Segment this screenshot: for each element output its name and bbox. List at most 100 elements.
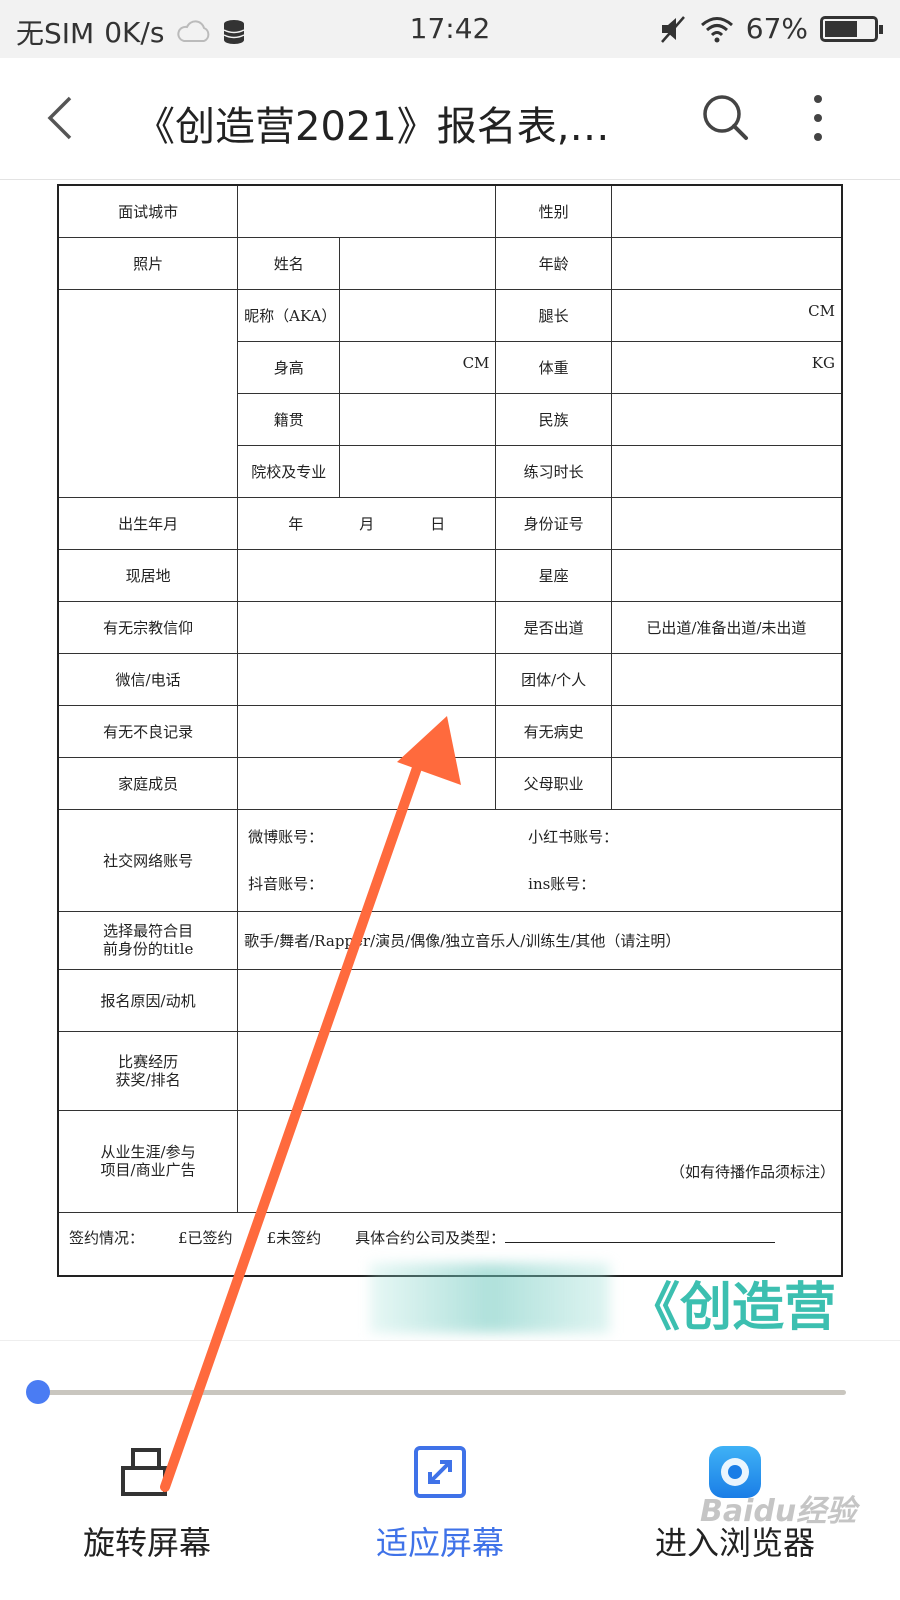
contract-line: 签约情况： £已签约 £未签约 具体合约公司及类型： xyxy=(69,1227,835,1248)
form-field xyxy=(237,704,497,758)
competition-label-line-2: 获奖/排名 xyxy=(115,1070,181,1089)
photo-box xyxy=(57,288,239,498)
form-label: 父母职业 xyxy=(495,756,612,810)
debut-options: 已出道/准备出道/未出道 xyxy=(610,600,843,654)
form-field xyxy=(237,600,497,654)
battery-icon xyxy=(820,15,883,42)
mute-icon xyxy=(660,15,685,43)
form-field xyxy=(610,496,843,550)
form-field xyxy=(339,444,497,498)
registration-form-table: 面试城市 性别 照片 姓名 年龄 昵称（AKA） 腿长 CM 身高 CM 体重 … xyxy=(57,184,843,1277)
ins-label: ins账号： xyxy=(528,875,596,893)
social-accounts-field: 微博账号： 小红书账号： 抖音账号： ins账号： xyxy=(237,808,843,912)
career-label-line-1: 从业生涯/参与 xyxy=(100,1143,196,1161)
form-label: 有无不良记录 xyxy=(57,704,239,758)
contract-company-label: 具体合约公司及类型： xyxy=(355,1227,776,1248)
page-slider[interactable] xyxy=(26,1378,846,1408)
date-field: 年月日 xyxy=(237,496,497,550)
form-field xyxy=(610,548,843,602)
table-row: 微信/电话 团体/个人 xyxy=(57,652,843,706)
form-field xyxy=(610,756,843,810)
signed-option: £已签约 xyxy=(178,1228,233,1247)
form-field xyxy=(610,392,843,446)
form-label: 出生年月 xyxy=(57,496,239,550)
form-label: 姓名 xyxy=(237,236,341,290)
form-field xyxy=(610,652,843,706)
form-label: 家庭成员 xyxy=(57,756,239,810)
form-label: 昵称（AKA） xyxy=(237,288,341,342)
form-label: 微信/电话 xyxy=(57,652,239,706)
form-label: 比赛经历 获奖/排名 xyxy=(57,1030,239,1111)
contract-label: 签约情况： xyxy=(69,1228,145,1247)
form-field xyxy=(237,968,843,1032)
form-label: 练习时长 xyxy=(495,444,612,498)
social-grid: 微博账号： 小红书账号： 抖音账号： ins账号： xyxy=(244,826,835,894)
form-label: 照片 xyxy=(57,236,239,290)
unit-label: KG xyxy=(610,340,843,394)
form-label: 团体/个人 xyxy=(495,652,612,706)
form-label: 有无宗教信仰 xyxy=(57,600,239,654)
form-field xyxy=(610,444,843,498)
competition-label-line-1: 比赛经历 xyxy=(118,1052,179,1071)
identity-label-line-1: 选择最符合目 xyxy=(103,922,194,940)
year-label: 年 xyxy=(288,514,304,533)
career-label-line-2: 项目/商业广告 xyxy=(100,1161,196,1179)
form-field xyxy=(237,652,497,706)
form-label: 身高 xyxy=(237,340,341,394)
form-label: 身份证号 xyxy=(495,496,612,550)
battery-fill xyxy=(825,20,857,37)
chevron-left-icon[interactable] xyxy=(34,88,94,148)
table-row: 有无不良记录 有无病史 xyxy=(57,704,843,758)
form-field xyxy=(237,184,497,238)
table-row: 出生年月 年 月 日 身份证号 xyxy=(57,496,843,550)
table-row: 比赛经历 获奖/排名 xyxy=(57,1030,843,1111)
form-field xyxy=(339,288,497,342)
identity-label-line-2: 前身份的title xyxy=(102,940,194,958)
battery-percent: 67% xyxy=(745,12,808,45)
form-label: 有无病史 xyxy=(495,704,612,758)
table-row: 社交网络账号 微博账号： 小红书账号： 抖音账号： ins账号： xyxy=(57,808,843,912)
form-label: 面试城市 xyxy=(57,184,239,238)
form-field xyxy=(237,756,497,810)
form-label: 体重 xyxy=(495,340,612,394)
app-header: 《创造营2021》报名表,… xyxy=(0,58,900,180)
document-viewer[interactable]: 面试城市 性别 照片 姓名 年龄 昵称（AKA） 腿长 CM 身高 CM 体重 … xyxy=(0,181,900,1364)
signature-line xyxy=(505,1231,776,1243)
table-row: 报名原因/动机 xyxy=(57,968,843,1032)
table-row: 面试城市 性别 xyxy=(57,184,843,238)
form-field xyxy=(339,236,497,290)
form-field xyxy=(237,548,497,602)
table-row: 照片 姓名 年龄 xyxy=(57,236,843,290)
more-vertical-icon[interactable] xyxy=(806,92,830,144)
form-label: 星座 xyxy=(495,548,612,602)
search-icon[interactable] xyxy=(700,92,752,144)
unsigned-option: £未签约 xyxy=(266,1228,322,1247)
fit-screen-icon xyxy=(414,1446,466,1498)
form-label: 报名原因/动机 xyxy=(57,968,239,1032)
rotate-screen-button[interactable]: 旋转屏幕 xyxy=(47,1440,247,1590)
banner-text: 《创造营 xyxy=(628,1278,837,1338)
form-field xyxy=(610,236,843,290)
table-row: 从业生涯/参与 项目/商业广告 （如有待播作品须标注） xyxy=(57,1109,843,1213)
douyin-label: 抖音账号： xyxy=(248,875,324,893)
form-field xyxy=(610,184,843,238)
fit-screen-label: 适应屏幕 xyxy=(375,1524,504,1562)
table-row: 昵称（AKA） 腿长 CM xyxy=(57,288,843,498)
form-label: 院校及专业 xyxy=(237,444,341,498)
form-label: 选择最符合目 前身份的title xyxy=(57,910,239,970)
form-label: 年龄 xyxy=(495,236,612,290)
xiaohongshu-label: 小红书账号： xyxy=(528,828,619,846)
identity-options: 歌手/舞者/Rapper/演员/偶像/独立音乐人/训练生/其他（请注明） xyxy=(237,910,843,970)
form-field xyxy=(339,392,497,446)
form-label: 籍贯 xyxy=(237,392,341,446)
slider-thumb[interactable] xyxy=(26,1380,50,1404)
form-field xyxy=(237,1030,843,1111)
slider-track[interactable] xyxy=(36,1390,846,1395)
fit-screen-button[interactable]: 适应屏幕 xyxy=(340,1440,540,1590)
status-right: 67% xyxy=(658,12,883,45)
contract-company-text: 具体合约公司及类型： xyxy=(355,1228,506,1247)
form-label: 从业生涯/参与 项目/商业广告 xyxy=(57,1109,239,1213)
table-row: 现居地 星座 xyxy=(57,548,843,602)
form-label: 是否出道 xyxy=(495,600,612,654)
unit-label: CM xyxy=(610,288,843,342)
